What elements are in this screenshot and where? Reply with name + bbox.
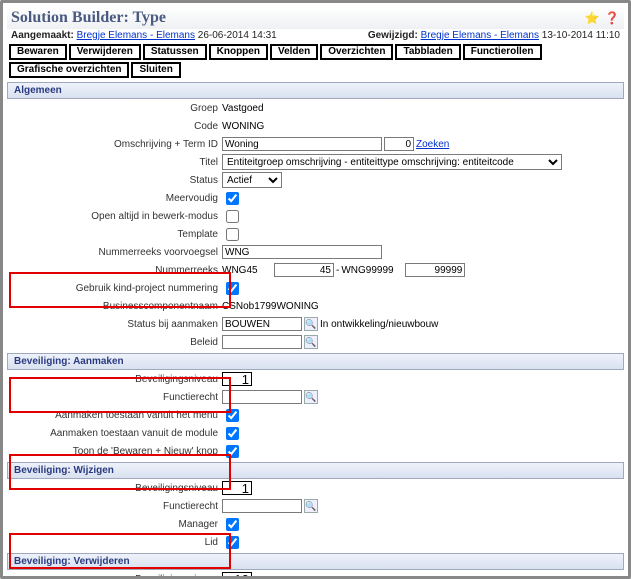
zoeken-link[interactable]: Zoeken [416,139,449,150]
aanmaken-niveau-label: Beveiligingsniveau [7,374,222,385]
aanmaken-functierecht-input[interactable] [222,390,302,404]
statusbij-desc: In ontwikkeling/nieuwbouw [320,319,438,330]
aanmaken-bewaren-checkbox[interactable] [226,445,239,458]
template-label: Template [7,229,222,240]
created-date: 26-06-2014 14:31 [198,30,277,41]
component-label: Businesscomponentnaam [7,301,222,312]
section-wijzigen: Beveiliging: Wijzigen [7,462,624,479]
status-select[interactable]: Actief [222,172,282,188]
omschrijving-num-input[interactable] [384,137,414,151]
nummerreeks-d-input[interactable] [405,263,465,277]
favorite-icon[interactable]: ⭐ [584,10,600,26]
open-label: Open altijd in bewerk-modus [7,211,222,222]
lookup-icon[interactable]: 🔍 [304,335,318,349]
aanmaken-functierecht-label: Functierecht [7,392,222,403]
nummerreeks-label: Nummerreeks [7,265,222,276]
statusbij-input[interactable] [222,317,302,331]
groep-label: Groep [7,103,222,114]
meta-line: Aangemaakt: Bregje Elemans - Elemans 26-… [7,29,624,42]
wijzigen-functierecht-label: Functierecht [7,501,222,512]
aanmaken-module-checkbox[interactable] [226,427,239,440]
omschrijving-label: Omschrijving + Term ID [7,139,222,150]
modified-label: Gewijzigd: [368,30,418,41]
nummerreeks-c: WNG99999 [341,265,403,276]
velden-button[interactable]: Velden [270,44,318,60]
open-checkbox[interactable] [226,210,239,223]
modified-user-link[interactable]: Bregje Elemans - Elemans [421,30,539,41]
statusbij-label: Status bij aanmaken [7,319,222,330]
aanmaken-module-label: Aanmaken toestaan vanuit de module [7,428,222,439]
section-algemeen: Algemeen [7,82,624,99]
component-value: CSNob1799WONING [222,301,319,312]
dash: - [336,265,339,276]
wijzigen-niveau-input[interactable] [222,481,252,495]
verwijderen-niveau-input[interactable] [222,572,252,579]
nummerreeks-a: WNG45 [222,265,272,276]
code-label: Code [7,121,222,132]
section-aanmaken: Beveiliging: Aanmaken [7,353,624,370]
code-value: WONING [222,121,264,132]
kind-label: Gebruik kind-project nummering [7,283,222,294]
titel-label: Titel [7,157,222,168]
tabbladen-button[interactable]: Tabbladen [395,44,460,60]
overzichten-button[interactable]: Overzichten [320,44,393,60]
verwijderen-button[interactable]: Verwijderen [69,44,141,60]
omschrijving-input[interactable] [222,137,382,151]
button-bar: Bewaren Verwijderen Statussen Knoppen Ve… [7,42,624,80]
page-title: Solution Builder: Type [11,9,584,27]
lookup-icon[interactable]: 🔍 [304,317,318,331]
section-verwijderen: Beveiliging: Verwijderen [7,553,624,570]
knoppen-button[interactable]: Knoppen [209,44,268,60]
nummerreeks-b-input[interactable] [274,263,334,277]
beleid-input[interactable] [222,335,302,349]
help-icon[interactable]: ❓ [604,10,620,26]
voorvoegsel-input[interactable] [222,245,382,259]
wijzigen-functierecht-input[interactable] [222,499,302,513]
template-checkbox[interactable] [226,228,239,241]
sluiten-button[interactable]: Sluiten [131,62,180,78]
voorvoegsel-label: Nummerreeks voorvoegsel [7,247,222,258]
grafische-button[interactable]: Grafische overzichten [9,62,129,78]
lookup-icon[interactable]: 🔍 [304,499,318,513]
functierollen-button[interactable]: Functierollen [463,44,542,60]
aanmaken-menu-label: Aanmaken toestaan vanuit het menu [7,410,222,421]
wijzigen-lid-checkbox[interactable] [226,536,239,549]
meervoudig-checkbox[interactable] [226,192,239,205]
aanmaken-niveau-input[interactable] [222,372,252,386]
verwijderen-niveau-label: Beveiligingsniveau [7,574,222,579]
created-user-link[interactable]: Bregje Elemans - Elemans [77,30,195,41]
bewaren-button[interactable]: Bewaren [9,44,67,60]
beleid-label: Beleid [7,337,222,348]
wijzigen-manager-label: Manager [7,519,222,530]
modified-date: 13-10-2014 11:10 [542,30,620,41]
wijzigen-manager-checkbox[interactable] [226,518,239,531]
meervoudig-label: Meervoudig [7,193,222,204]
aanmaken-bewaren-label: Toon de 'Bewaren + Nieuw' knop [7,446,222,457]
groep-value: Vastgoed [222,103,264,114]
aanmaken-menu-checkbox[interactable] [226,409,239,422]
titel-select[interactable]: Entiteitgroep omschrijving - entiteittyp… [222,154,562,170]
wijzigen-lid-label: Lid [7,537,222,548]
kind-checkbox[interactable] [226,282,239,295]
status-label: Status [7,175,222,186]
created-label: Aangemaakt: [11,30,74,41]
wijzigen-niveau-label: Beveiligingsniveau [7,483,222,494]
lookup-icon[interactable]: 🔍 [304,390,318,404]
statussen-button[interactable]: Statussen [143,44,207,60]
title-bar: Solution Builder: Type ⭐ ❓ [7,7,624,29]
